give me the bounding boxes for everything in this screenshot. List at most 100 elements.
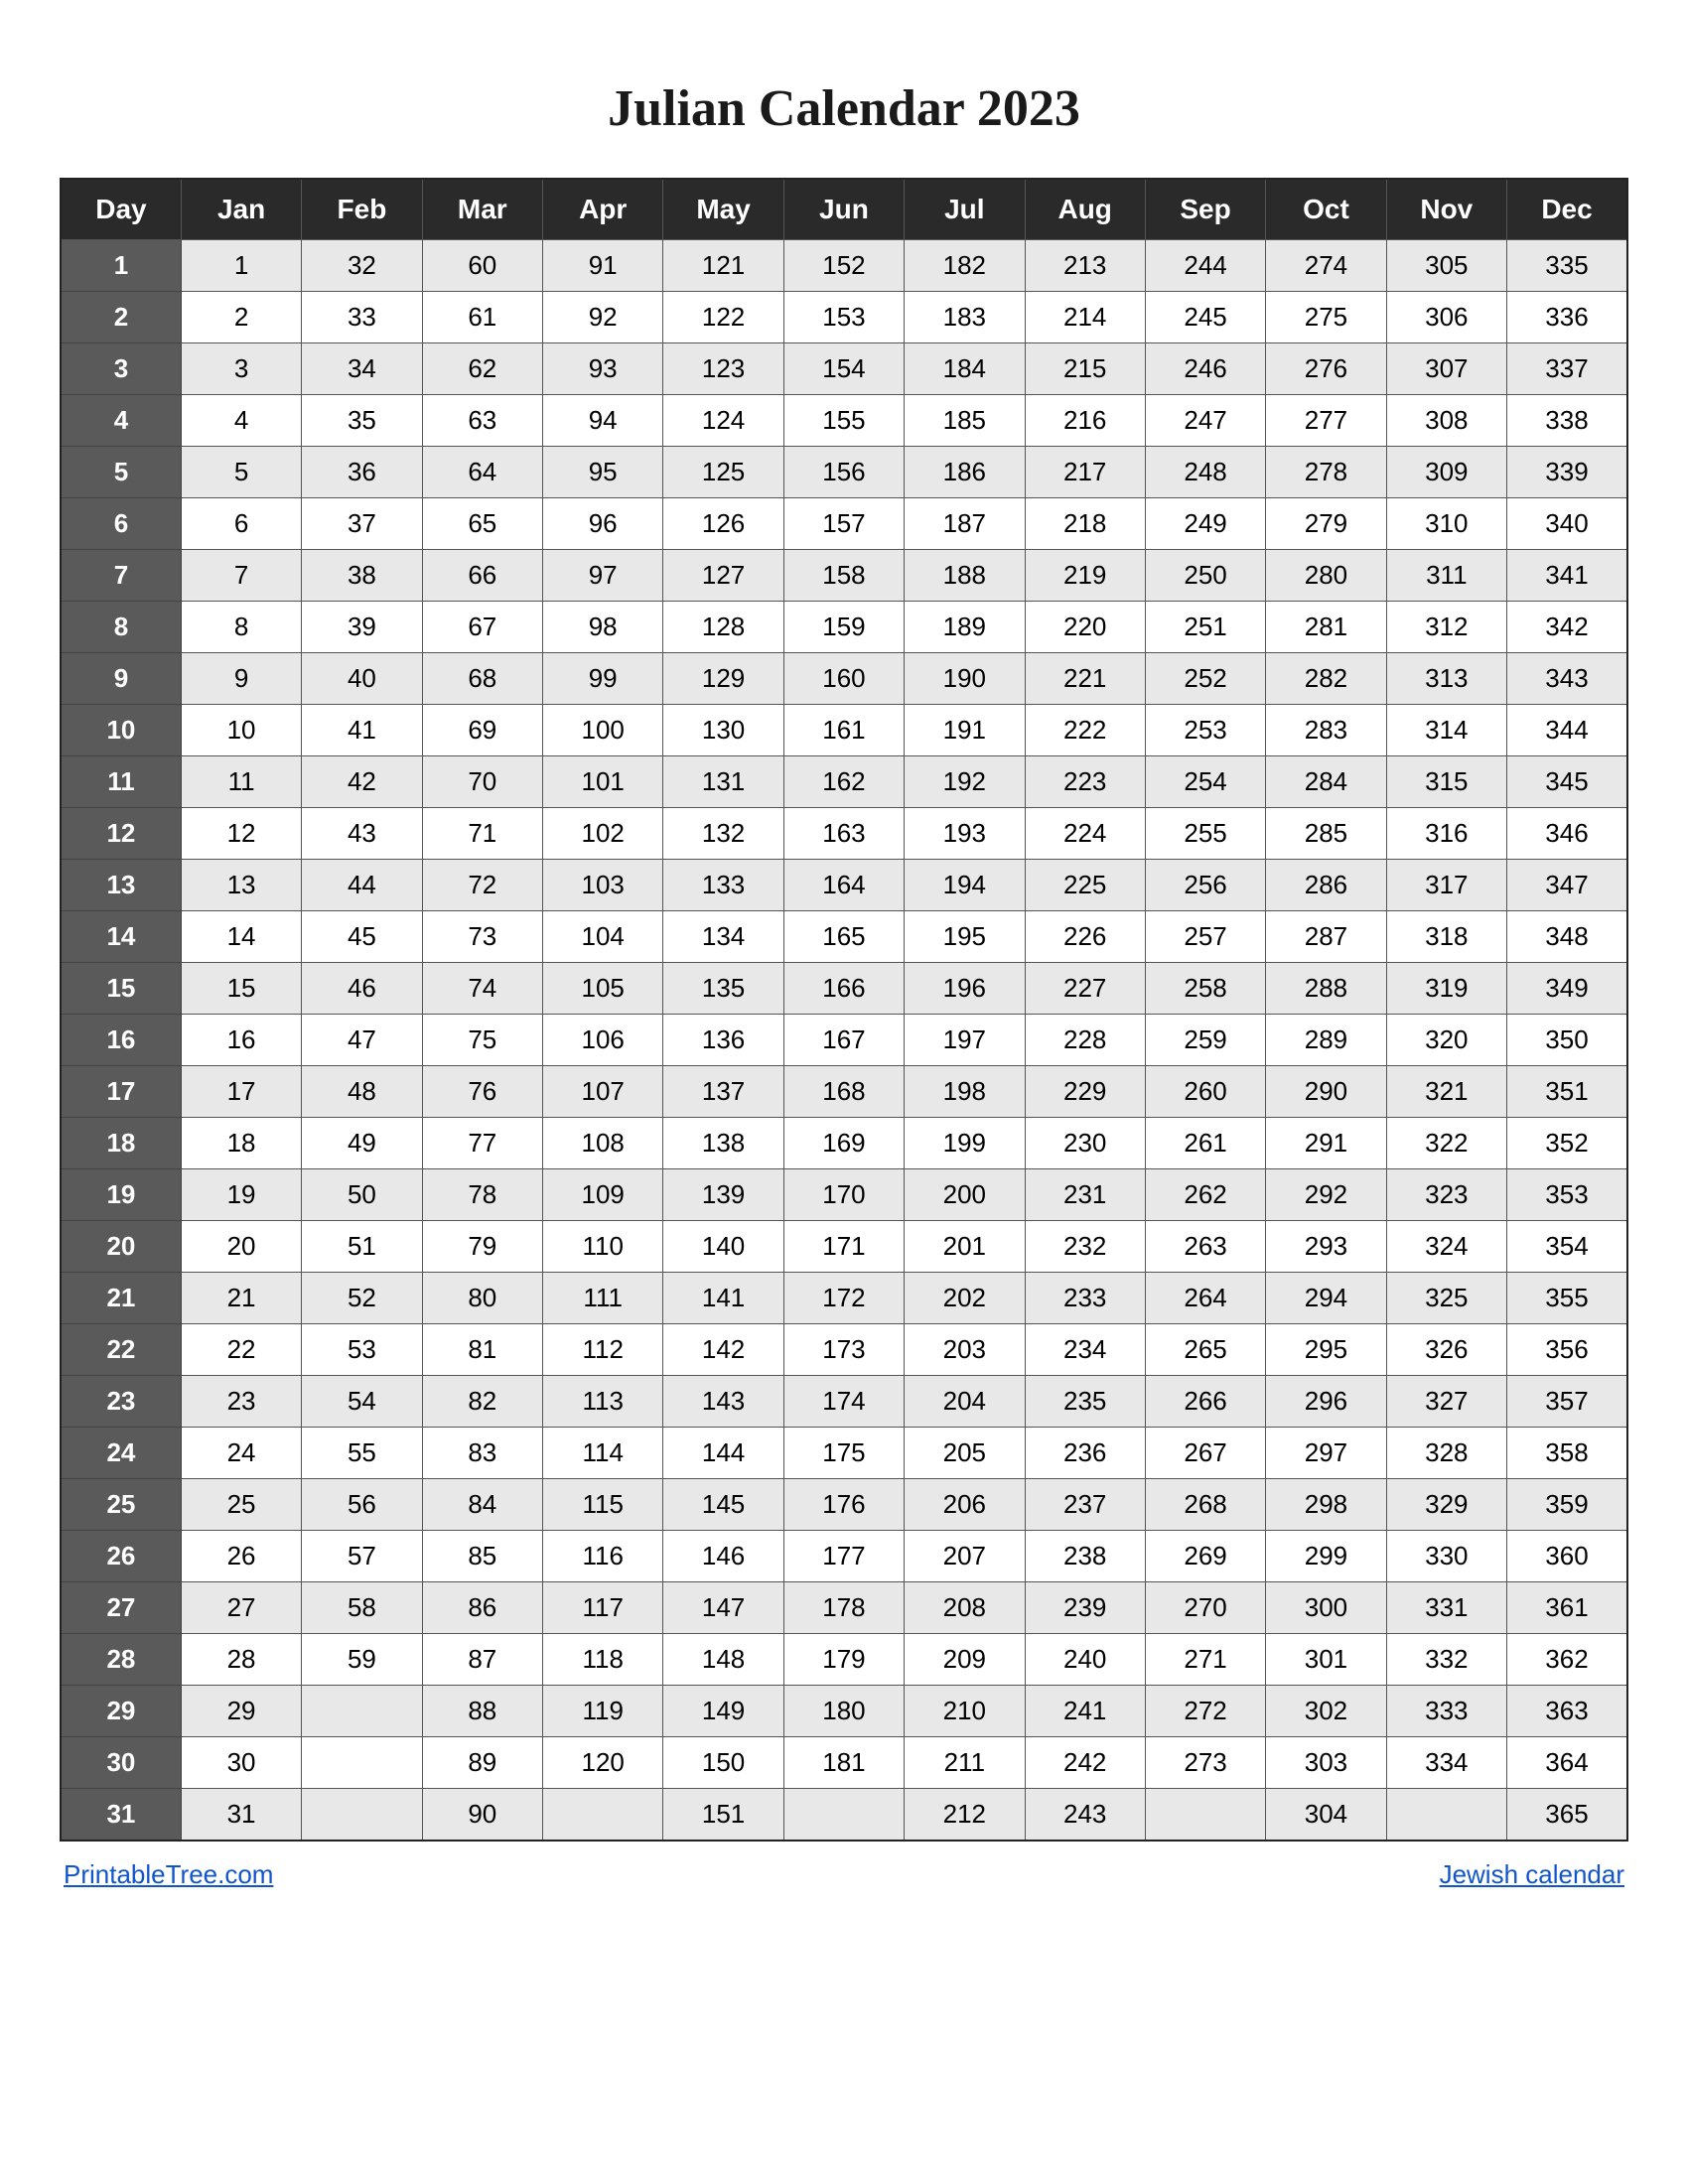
- header-cell-sep: Sep: [1145, 179, 1265, 240]
- data-cell: 286: [1266, 860, 1386, 911]
- table-row: 88396798128159189220251281312342: [61, 602, 1627, 653]
- data-cell: 291: [1266, 1118, 1386, 1169]
- day-cell: 16: [61, 1015, 181, 1066]
- data-cell: 327: [1386, 1376, 1506, 1428]
- data-cell: 239: [1025, 1582, 1145, 1634]
- data-cell: 184: [905, 343, 1025, 395]
- data-cell: 123: [663, 343, 783, 395]
- data-cell: 322: [1386, 1118, 1506, 1169]
- header-cell-day: Day: [61, 179, 181, 240]
- data-cell: 226: [1025, 911, 1145, 963]
- data-cell: 117: [543, 1582, 663, 1634]
- data-cell: 116: [543, 1531, 663, 1582]
- data-cell: 18: [181, 1118, 301, 1169]
- data-cell: 201: [905, 1221, 1025, 1273]
- data-cell: 182: [905, 240, 1025, 292]
- data-cell: 332: [1386, 1634, 1506, 1686]
- data-cell: 65: [422, 498, 542, 550]
- data-cell: 260: [1145, 1066, 1265, 1118]
- data-cell: 224: [1025, 808, 1145, 860]
- data-cell: 8: [181, 602, 301, 653]
- data-cell: 88: [422, 1686, 542, 1737]
- data-cell: 340: [1507, 498, 1628, 550]
- data-cell: 356: [1507, 1324, 1628, 1376]
- data-cell: 135: [663, 963, 783, 1015]
- data-cell: 103: [543, 860, 663, 911]
- data-cell: 315: [1386, 756, 1506, 808]
- data-cell: 179: [783, 1634, 904, 1686]
- data-cell: 281: [1266, 602, 1386, 653]
- data-cell: 70: [422, 756, 542, 808]
- page-title: Julian Calendar 2023: [608, 79, 1080, 138]
- data-cell: 279: [1266, 498, 1386, 550]
- data-cell: 344: [1507, 705, 1628, 756]
- table-row: 28285987118148179209240271301332362: [61, 1634, 1627, 1686]
- data-cell: 228: [1025, 1015, 1145, 1066]
- data-cell: 141: [663, 1273, 783, 1324]
- data-cell: [302, 1789, 422, 1842]
- data-cell: 133: [663, 860, 783, 911]
- header-cell-aug: Aug: [1025, 179, 1145, 240]
- data-cell: 25: [181, 1479, 301, 1531]
- day-cell: 7: [61, 550, 181, 602]
- data-cell: 104: [543, 911, 663, 963]
- data-cell: 109: [543, 1169, 663, 1221]
- data-cell: 93: [543, 343, 663, 395]
- header-cell-mar: Mar: [422, 179, 542, 240]
- data-cell: 317: [1386, 860, 1506, 911]
- day-cell: 22: [61, 1324, 181, 1376]
- data-cell: 270: [1145, 1582, 1265, 1634]
- data-cell: 29: [181, 1686, 301, 1737]
- data-cell: 241: [1025, 1686, 1145, 1737]
- table-row: 292988119149180210241272302333363: [61, 1686, 1627, 1737]
- day-cell: 26: [61, 1531, 181, 1582]
- data-cell: 192: [905, 756, 1025, 808]
- printabletree-link[interactable]: PrintableTree.com: [64, 1859, 273, 1890]
- data-cell: 220: [1025, 602, 1145, 653]
- data-cell: 26: [181, 1531, 301, 1582]
- data-cell: 101: [543, 756, 663, 808]
- day-cell: 17: [61, 1066, 181, 1118]
- data-cell: 38: [302, 550, 422, 602]
- data-cell: 43: [302, 808, 422, 860]
- data-cell: 217: [1025, 447, 1145, 498]
- data-cell: 23: [181, 1376, 301, 1428]
- data-cell: 245: [1145, 292, 1265, 343]
- data-cell: 266: [1145, 1376, 1265, 1428]
- data-cell: 341: [1507, 550, 1628, 602]
- data-cell: 208: [905, 1582, 1025, 1634]
- data-cell: 16: [181, 1015, 301, 1066]
- data-cell: 354: [1507, 1221, 1628, 1273]
- data-cell: 243: [1025, 1789, 1145, 1842]
- data-cell: 2: [181, 292, 301, 343]
- data-cell: 68: [422, 653, 542, 705]
- header-cell-jun: Jun: [783, 179, 904, 240]
- data-cell: 311: [1386, 550, 1506, 602]
- data-cell: 222: [1025, 705, 1145, 756]
- data-cell: 163: [783, 808, 904, 860]
- data-cell: 211: [905, 1737, 1025, 1789]
- data-cell: 96: [543, 498, 663, 550]
- data-cell: 209: [905, 1634, 1025, 1686]
- data-cell: 200: [905, 1169, 1025, 1221]
- data-cell: 303: [1266, 1737, 1386, 1789]
- data-cell: 210: [905, 1686, 1025, 1737]
- data-cell: 130: [663, 705, 783, 756]
- jewish-calendar-link[interactable]: Jewish calendar: [1440, 1859, 1624, 1890]
- day-cell: 8: [61, 602, 181, 653]
- data-cell: 318: [1386, 911, 1506, 963]
- data-cell: 221: [1025, 653, 1145, 705]
- data-cell: 176: [783, 1479, 904, 1531]
- data-cell: 263: [1145, 1221, 1265, 1273]
- data-cell: 274: [1266, 240, 1386, 292]
- data-cell: 277: [1266, 395, 1386, 447]
- data-cell: 253: [1145, 705, 1265, 756]
- day-cell: 30: [61, 1737, 181, 1789]
- data-cell: 214: [1025, 292, 1145, 343]
- data-cell: 136: [663, 1015, 783, 1066]
- data-cell: 205: [905, 1428, 1025, 1479]
- data-cell: 259: [1145, 1015, 1265, 1066]
- data-cell: 155: [783, 395, 904, 447]
- data-cell: 82: [422, 1376, 542, 1428]
- data-cell: 95: [543, 447, 663, 498]
